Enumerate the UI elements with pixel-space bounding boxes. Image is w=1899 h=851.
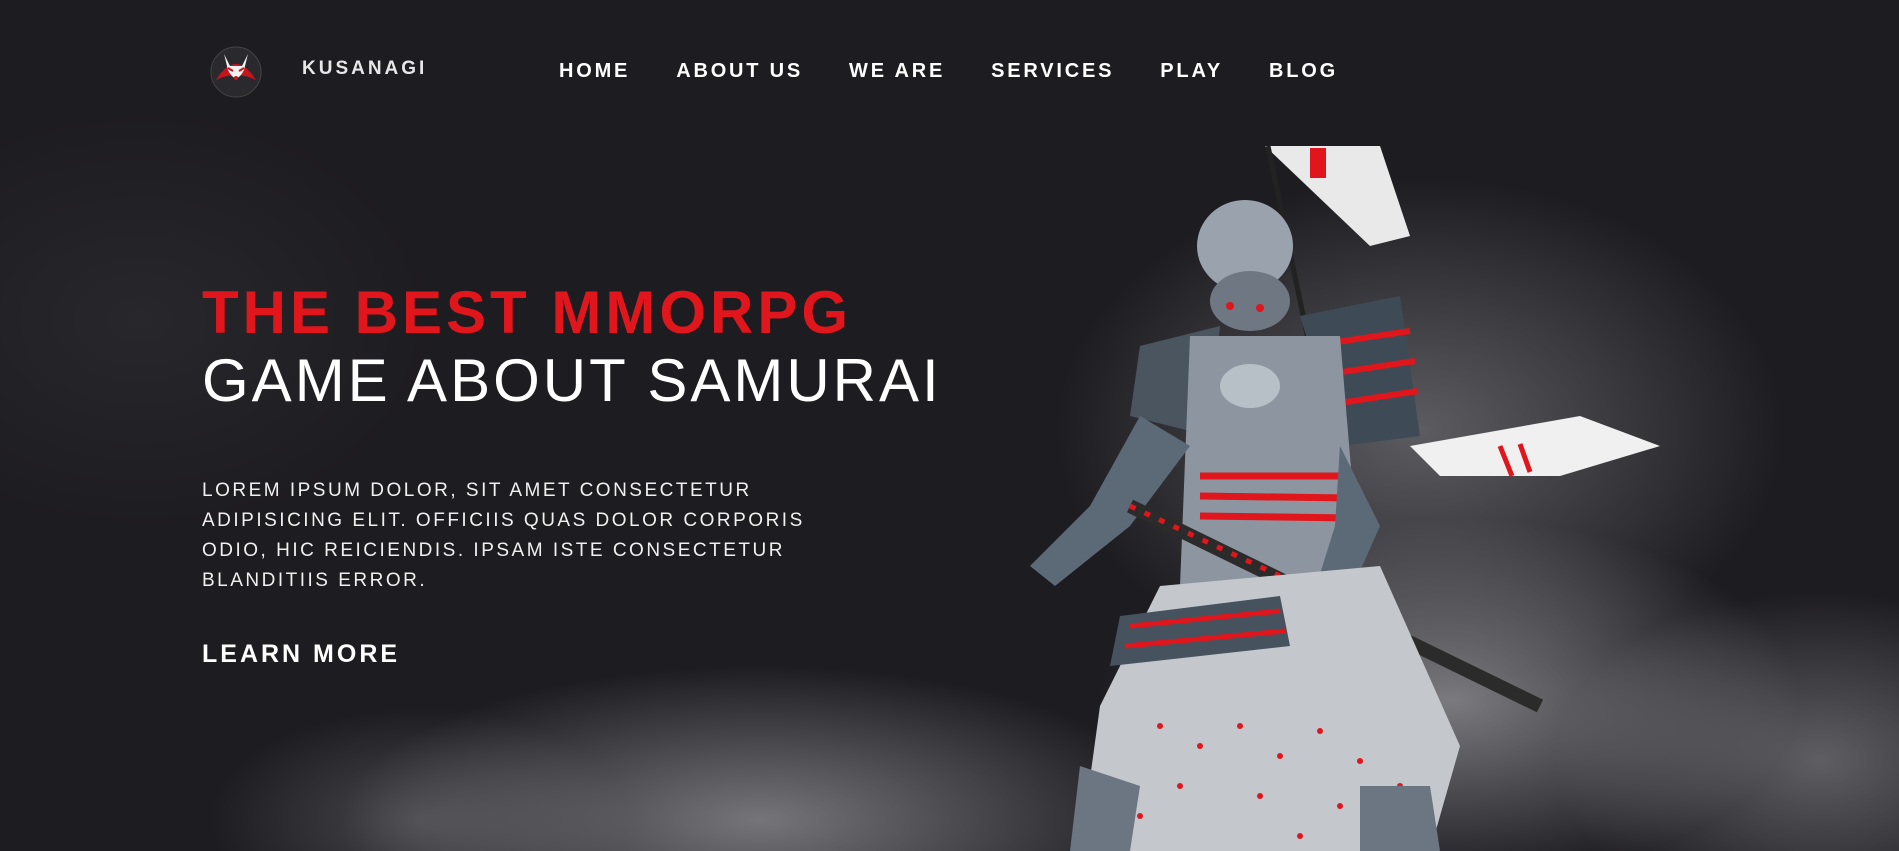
hero-title-highlight: THE BEST MMORPG [202, 279, 853, 346]
hero-description: LOREM IPSUM DOLOR, SIT AMET CONSECTETUR … [202, 480, 805, 591]
nav-home[interactable]: HOME [559, 60, 630, 83]
main-nav: HOME ABOUT US WE ARE SERVICES PLAY BLOG [559, 60, 1384, 83]
kitsune-mask-logo-icon[interactable] [208, 40, 264, 98]
nav-we-are[interactable]: WE ARE [849, 60, 945, 83]
learn-more-button[interactable]: LEARN MORE [202, 640, 400, 669]
nav-blog[interactable]: BLOG [1269, 60, 1338, 83]
nav-play[interactable]: PLAY [1160, 60, 1223, 83]
brand-name[interactable]: KUSANAGI [302, 58, 427, 80]
samurai-warrior-illustration [1030, 146, 1660, 851]
nav-about-us[interactable]: ABOUT US [676, 60, 803, 83]
hero-title: GAME ABOUT SAMURAI [202, 347, 942, 414]
site-header: KUSANAGI HOME ABOUT US WE ARE SERVICES P… [0, 0, 1899, 145]
nav-services[interactable]: SERVICES [991, 60, 1114, 83]
